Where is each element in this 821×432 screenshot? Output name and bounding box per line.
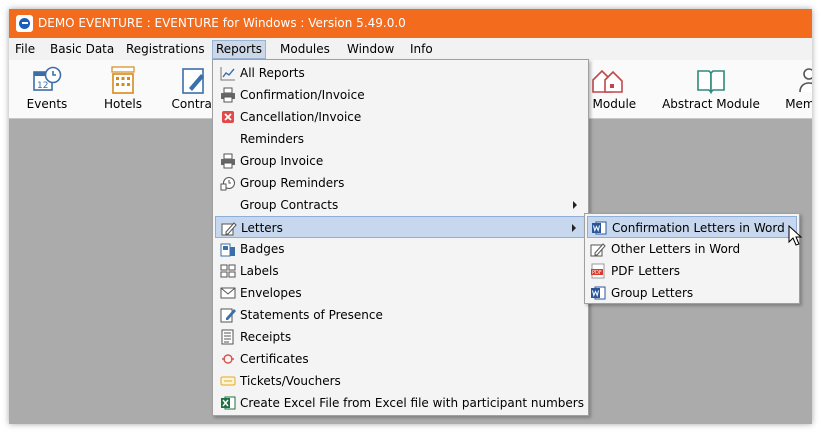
labels-icon xyxy=(220,264,236,278)
certificate-icon xyxy=(222,354,234,364)
letters-item-other-letters-word[interactable]: Other Letters in Word xyxy=(587,238,797,260)
app-logo-icon xyxy=(16,15,33,32)
app-window: DEMO EVENTURE : EVENTURE for Windows : V… xyxy=(9,9,812,424)
menu-basic-data[interactable]: Basic Data xyxy=(47,41,117,58)
members-icon xyxy=(799,68,812,93)
word-icon xyxy=(591,286,606,300)
menu-registrations[interactable]: Registrations xyxy=(123,41,208,58)
reports-item-cancellation-invoice[interactable]: Cancellation/Invoice xyxy=(215,106,586,128)
reports-item-group-reminders[interactable]: Group Reminders xyxy=(215,172,586,194)
book-icon xyxy=(697,70,725,94)
reports-item-reminders[interactable]: Reminders xyxy=(215,128,586,150)
submenu-arrow-icon xyxy=(573,201,577,209)
mouse-pointer-icon xyxy=(788,225,802,246)
badge-icon xyxy=(220,243,235,257)
menu-modules[interactable]: Modules xyxy=(277,41,333,58)
hotel-icon xyxy=(111,66,135,94)
reports-item-badges[interactable]: Badges xyxy=(215,238,586,260)
submenu-arrow-icon xyxy=(572,224,576,232)
group-reminder-icon xyxy=(220,177,235,191)
printer-icon xyxy=(221,87,235,103)
reports-item-group-contracts[interactable]: Group Contracts xyxy=(215,194,586,216)
menu-reports[interactable]: Reports xyxy=(212,40,267,59)
svg-text:12: 12 xyxy=(37,81,48,91)
toolbar-members-button[interactable]: Members xyxy=(785,62,812,114)
toolbar-abstract-module-button[interactable]: Abstract Module xyxy=(662,62,760,114)
menu-bar: File Basic Data Registrations Reports Mo… xyxy=(9,38,812,60)
reports-item-receipts[interactable]: Receipts xyxy=(215,326,586,348)
calendar-clock-icon: 12 xyxy=(33,66,62,91)
reports-item-envelopes[interactable]: Envelopes xyxy=(215,282,586,304)
toolbar-contracts-button[interactable]: Contrac xyxy=(172,62,218,114)
letter-pen-icon xyxy=(590,243,606,257)
toolbar-events-button[interactable]: 12 Events xyxy=(27,62,67,114)
menu-file[interactable]: File xyxy=(12,41,38,58)
cancel-icon xyxy=(222,111,234,123)
statement-icon xyxy=(220,308,236,323)
receipt-icon xyxy=(221,329,234,345)
pdf-icon: PDF xyxy=(591,263,605,279)
ticket-icon xyxy=(220,376,236,386)
svg-text:PDF: PDF xyxy=(592,270,602,276)
reports-item-tickets-vouchers[interactable]: Tickets/Vouchers xyxy=(215,370,586,392)
title-bar: DEMO EVENTURE : EVENTURE for Windows : V… xyxy=(9,9,812,38)
letter-pen-icon xyxy=(221,222,237,236)
menu-info[interactable]: Info xyxy=(407,41,436,58)
contract-pen-icon xyxy=(182,68,204,94)
word-icon xyxy=(592,221,607,235)
reports-item-all-reports[interactable]: All Reports xyxy=(215,62,586,84)
reports-item-certificates[interactable]: Certificates xyxy=(215,348,586,370)
reports-item-labels[interactable]: Labels xyxy=(215,260,586,282)
reports-item-group-invoice[interactable]: Group Invoice xyxy=(215,150,586,172)
toolbar-module-button[interactable]: in Module xyxy=(578,62,636,114)
letters-item-pdf-letters[interactable]: PDF PDF Letters xyxy=(587,260,797,282)
reports-item-statements-of-presence[interactable]: Statements of Presence xyxy=(215,304,586,326)
letters-item-group-letters[interactable]: Group Letters xyxy=(587,282,797,304)
letters-submenu: Confirmation Letters in Word Other Lette… xyxy=(584,213,800,304)
window-title: DEMO EVENTURE : EVENTURE for Windows : V… xyxy=(38,16,406,30)
reports-dropdown-menu: All Reports Confirmation/Invoice Cancell… xyxy=(212,59,589,416)
printer-icon xyxy=(221,153,235,169)
toolbar-hotels-button[interactable]: Hotels xyxy=(104,62,142,114)
toolbar-members-label: Members xyxy=(785,97,812,111)
chart-icon xyxy=(220,67,235,81)
reports-item-create-excel-file[interactable]: Create Excel File from Excel file with p… xyxy=(215,392,586,414)
reports-item-letters[interactable]: Letters xyxy=(215,216,586,238)
houses-icon xyxy=(592,69,623,93)
envelope-icon xyxy=(220,287,236,299)
excel-icon xyxy=(221,396,236,410)
letters-item-confirmation-letters-word[interactable]: Confirmation Letters in Word xyxy=(587,216,797,238)
toolbar-abstract-module-label: Abstract Module xyxy=(662,97,760,111)
menu-window[interactable]: Window xyxy=(344,41,397,58)
reports-item-confirmation-invoice[interactable]: Confirmation/Invoice xyxy=(215,84,586,106)
